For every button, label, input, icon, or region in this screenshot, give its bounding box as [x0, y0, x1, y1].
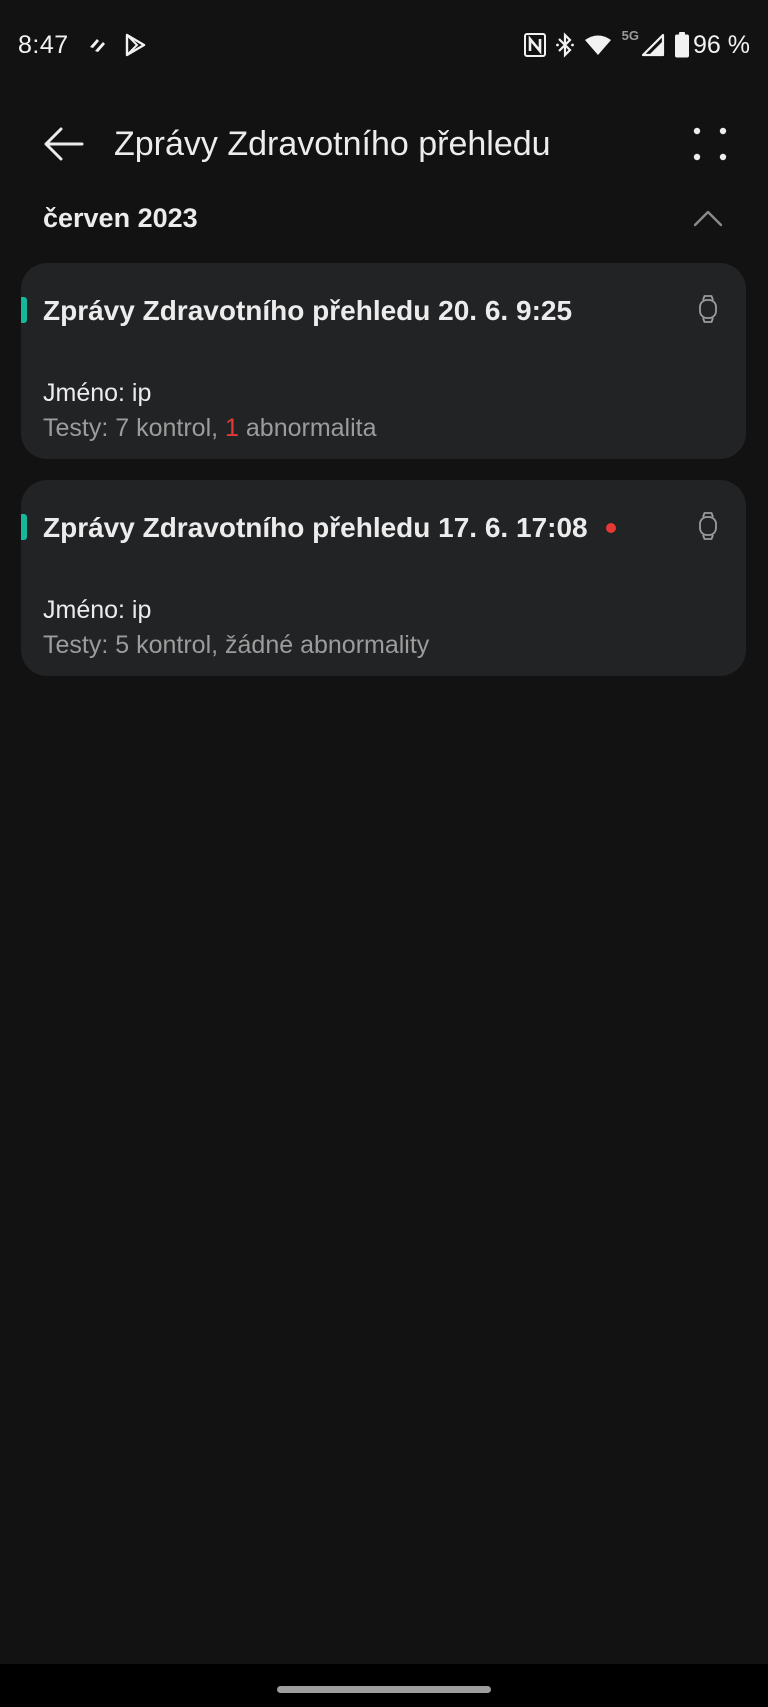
status-time: 8:47 — [18, 30, 69, 59]
home-gesture-handle[interactable] — [277, 1686, 491, 1693]
health-app-icon — [87, 35, 109, 55]
battery-level: 96 % — [693, 30, 750, 59]
report-name: Jméno: ip — [43, 596, 152, 624]
report-title: Zprávy Zdravotního přehledu 17. 6. 17:08 — [43, 512, 616, 544]
accent-bar — [21, 514, 27, 540]
back-button[interactable] — [32, 112, 96, 176]
section-title: červen 2023 — [43, 202, 198, 233]
status-bar: 8:47 5G 96 % — [0, 0, 768, 90]
app-header: Zprávy Zdravotního přehledu — [0, 90, 768, 198]
status-bar-right: 5G 96 % — [523, 27, 750, 60]
arrow-left-icon — [44, 127, 84, 161]
report-title-text: Zprávy Zdravotního přehledu 17. 6. 17:08 — [43, 512, 588, 543]
tests-prefix: Testy: 7 kontrol, — [43, 414, 226, 442]
month-section-header[interactable]: červen 2023 — [0, 188, 768, 248]
report-card[interactable]: Zprávy Zdravotního přehledu 20. 6. 9:25 … — [21, 263, 746, 459]
abnormal-count: 1 — [225, 414, 239, 442]
play-store-icon — [123, 33, 147, 57]
chevron-up-icon — [693, 210, 723, 227]
more-icon — [693, 127, 727, 161]
screen: 8:47 5G 96 % Zprávy Zdravotního přehledu… — [0, 0, 768, 1707]
signal-icon — [641, 33, 665, 57]
tests-suffix: abnormalita — [238, 414, 377, 442]
more-button[interactable] — [678, 112, 742, 176]
watch-icon — [698, 295, 718, 328]
nfc-icon — [523, 33, 546, 57]
report-card[interactable]: Zprávy Zdravotního přehledu 17. 6. 17:08… — [21, 480, 746, 676]
wifi-icon — [584, 34, 612, 56]
page-title: Zprávy Zdravotního přehledu — [114, 124, 551, 163]
report-name: Jméno: ip — [43, 379, 152, 407]
battery-icon — [675, 32, 690, 58]
watch-icon — [698, 512, 718, 545]
accent-bar — [21, 297, 27, 323]
report-tests: Testy: 7 kontrol, 1 abnormalita — [43, 414, 377, 443]
status-bar-left: 8:47 — [18, 31, 161, 60]
report-tests: Testy: 5 kontrol, žádné abnormality — [43, 631, 430, 659]
bluetooth-icon — [555, 32, 574, 58]
unread-indicator — [605, 523, 616, 533]
report-title: Zprávy Zdravotního přehledu 20. 6. 9:25 — [43, 295, 572, 327]
network-type: 5G — [621, 27, 640, 43]
report-title-text: Zprávy Zdravotního přehledu 20. 6. 9:25 — [43, 295, 573, 326]
collapse-button[interactable] — [684, 194, 732, 242]
